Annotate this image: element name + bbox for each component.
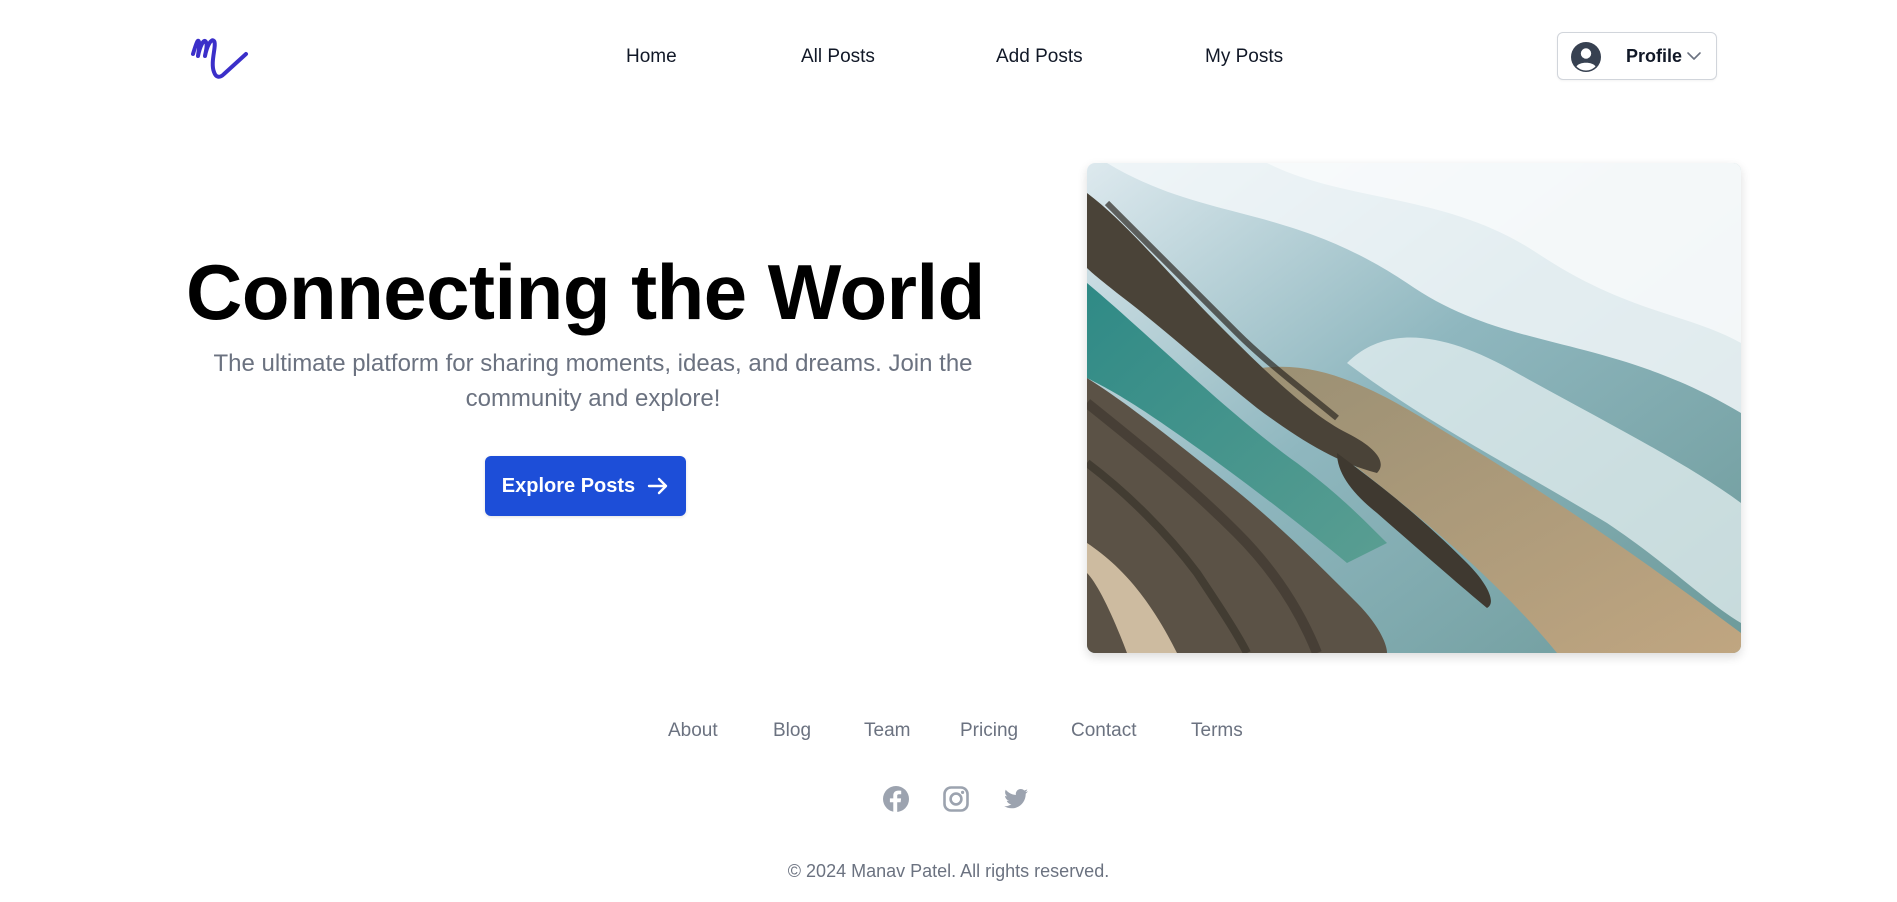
copyright-text: © 2024 Manav Patel. All rights reserved.: [787, 861, 1110, 881]
footer-link-about[interactable]: About: [668, 718, 718, 744]
arrow-right-icon: [647, 477, 668, 495]
footer-link-team[interactable]: Team: [864, 718, 910, 744]
footer-nav: About Blog Team Pricing Contact Terms: [0, 718, 1897, 744]
hero-title: Connecting the World: [186, 248, 985, 336]
hero-subtitle: The ultimate platform for sharing moment…: [213, 350, 973, 412]
hero-image: [1087, 163, 1741, 653]
nav-add-posts[interactable]: Add Posts: [996, 44, 1083, 70]
footer-link-terms[interactable]: Terms: [1191, 718, 1243, 744]
instagram-icon: [943, 786, 969, 812]
nav-all-posts[interactable]: All Posts: [801, 44, 875, 70]
user-avatar-icon: [1571, 42, 1601, 72]
footer-link-pricing[interactable]: Pricing: [960, 718, 1018, 744]
nav-home[interactable]: Home: [626, 44, 677, 70]
twitter-link[interactable]: [1002, 785, 1030, 813]
explore-posts-label: Explore Posts: [501, 474, 636, 497]
instagram-link[interactable]: [942, 785, 970, 813]
facebook-link[interactable]: [882, 785, 910, 813]
footer-link-blog[interactable]: Blog: [773, 718, 811, 744]
facebook-icon: [883, 786, 909, 812]
twitter-icon: [1004, 789, 1028, 809]
nav-my-posts[interactable]: My Posts: [1205, 44, 1283, 70]
page: Home All Posts Add Posts My Posts Profil…: [0, 0, 1897, 902]
explore-posts-button[interactable]: Explore Posts: [485, 456, 686, 516]
profile-label: Profile: [1626, 46, 1683, 66]
footer-link-contact[interactable]: Contact: [1071, 718, 1136, 744]
aerial-coast-image: [1087, 163, 1741, 653]
profile-menu-button[interactable]: Profile: [1557, 32, 1717, 80]
chevron-down-icon: [1687, 52, 1701, 60]
